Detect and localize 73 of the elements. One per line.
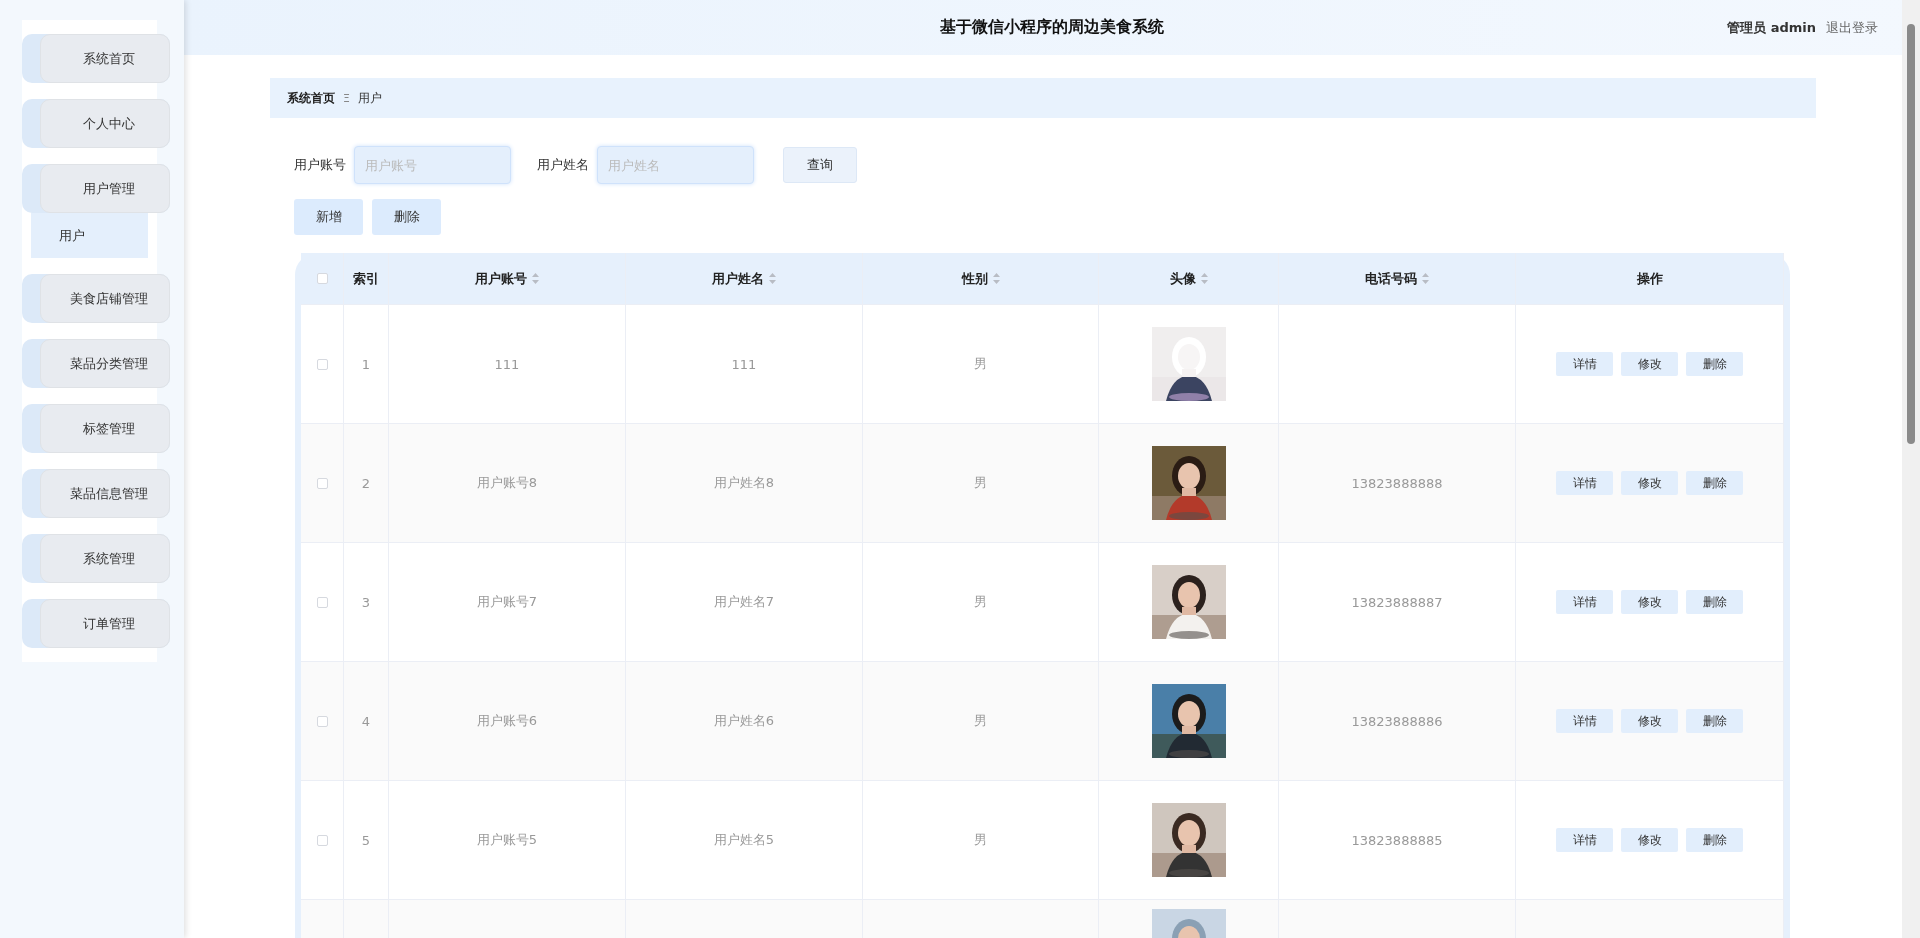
breadcrumb-current: 用户 — [357, 89, 382, 107]
row-button[interactable]: 修改 — [1621, 709, 1678, 733]
search-field[interactable]: 用户姓名 — [597, 146, 754, 184]
breadcrumb-link[interactable]: 系统首页 — [287, 89, 335, 107]
column-header: 电话号码 — [1365, 269, 1417, 288]
table-cell: 2 — [361, 475, 371, 491]
scrollbar[interactable] — [1902, 0, 1920, 938]
table-cell: 用户姓名7 — [713, 593, 775, 611]
table-cell: 男 — [974, 712, 987, 730]
sort-icon[interactable] — [1422, 273, 1429, 284]
table-cell: 111 — [731, 356, 757, 372]
column-header: 头像 — [1169, 269, 1196, 288]
table-cell: 男 — [974, 355, 987, 373]
row-button[interactable]: 删除 — [1686, 352, 1743, 376]
table-cell: 用户账号8 — [476, 474, 538, 492]
row-button[interactable]: 修改 — [1621, 352, 1678, 376]
sort-icon[interactable] — [769, 273, 776, 284]
sort-icon[interactable] — [1200, 273, 1208, 284]
breadcrumb-separator: Ξ — [343, 91, 350, 105]
table-cell: 用户账号7 — [476, 593, 538, 611]
field-label: 用户账号 — [294, 156, 346, 174]
field-label: 用户姓名 — [537, 156, 589, 174]
sort-icon[interactable] — [532, 273, 539, 284]
table-cell: 1 — [361, 356, 371, 372]
table-cell: 13823888887 — [1351, 594, 1443, 610]
table-cell: 用户账号6 — [476, 712, 538, 730]
action-button[interactable]: 删除 — [372, 199, 441, 235]
checkbox[interactable] — [316, 358, 328, 370]
checkbox[interactable] — [316, 273, 328, 284]
row-button[interactable]: 修改 — [1621, 471, 1678, 495]
logout-link[interactable]: 退出登录 — [1826, 18, 1878, 37]
table-cell: 用户姓名8 — [713, 474, 775, 492]
app-title: 基于微信小程序的周边美食系统 — [940, 17, 1164, 38]
checkbox[interactable] — [316, 715, 328, 727]
column-header: 用户姓名 — [712, 269, 764, 288]
row-button[interactable]: 详情 — [1556, 590, 1613, 614]
checkbox[interactable] — [316, 834, 328, 846]
row-button[interactable]: 删除 — [1686, 471, 1743, 495]
user-name: 管理员 admin — [1727, 18, 1816, 37]
table-cell: 5 — [361, 832, 371, 848]
table-cell: 111 — [494, 356, 520, 372]
table-cell: 男 — [974, 593, 987, 611]
table-cell: 13823888886 — [1351, 713, 1443, 729]
row-button[interactable]: 删除 — [1686, 709, 1743, 733]
table-cell: 男 — [974, 474, 987, 492]
row-button[interactable]: 详情 — [1556, 352, 1613, 376]
table-cell: 男 — [974, 831, 987, 849]
table-cell: 用户姓名6 — [713, 712, 775, 730]
search-field[interactable]: 用户账号 — [354, 146, 511, 184]
column-header: 性别 — [961, 269, 988, 288]
sort-icon[interactable] — [992, 273, 1000, 284]
row-button[interactable]: 删除 — [1686, 828, 1743, 852]
row-button[interactable]: 详情 — [1556, 709, 1613, 733]
row-button[interactable]: 详情 — [1556, 471, 1613, 495]
column-header: 索引 — [353, 269, 379, 288]
checkbox[interactable] — [316, 477, 328, 489]
action-button[interactable]: 新增 — [294, 199, 363, 235]
scroll-thumb[interactable] — [1907, 24, 1915, 444]
table-cell: 13823888888 — [1351, 475, 1443, 491]
row-button[interactable]: 删除 — [1686, 590, 1743, 614]
table-cell: 13823888885 — [1351, 832, 1443, 848]
column-header: 用户账号 — [475, 269, 527, 288]
checkbox[interactable] — [316, 596, 328, 608]
table-cell: 3 — [361, 594, 371, 610]
table-cell: 4 — [361, 713, 371, 729]
submenu-item[interactable]: 用户 — [31, 213, 148, 258]
row-button[interactable]: 修改 — [1621, 828, 1678, 852]
row-button[interactable]: 修改 — [1621, 590, 1678, 614]
table-cell: 用户账号5 — [476, 831, 538, 849]
table-cell: 用户姓名5 — [713, 831, 775, 849]
column-header: 操作 — [1636, 269, 1663, 288]
query-button[interactable]: 查询 — [783, 147, 857, 183]
row-button[interactable]: 详情 — [1556, 828, 1613, 852]
